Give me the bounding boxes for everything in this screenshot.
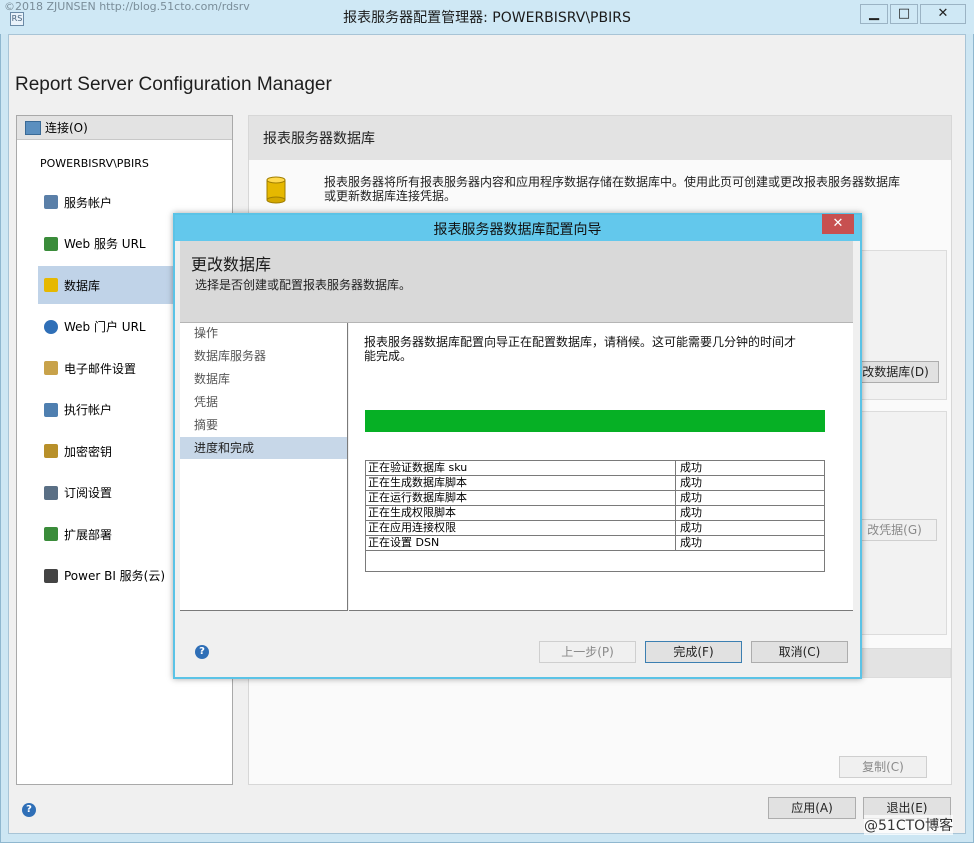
change-database-button[interactable]: 改数据库(D) [852,361,939,383]
wizard-step: 凭据 [194,395,219,409]
email-icon [44,361,58,375]
close-icon: ✕ [937,6,949,21]
wizard-step: 进度和完成 [180,437,347,459]
result-cell: 成功 [680,476,702,489]
footer-watermark: @51CTO博客 [864,815,954,835]
nav-item-label: 电子邮件设置 [64,361,137,376]
connect-label: 连接(O) [45,121,88,135]
execution-account-icon [44,402,58,417]
nav-item-label: 执行帐户 [64,403,113,417]
help-icon[interactable]: ? [195,645,209,659]
close-button[interactable]: ✕ [920,4,966,24]
nav-item[interactable]: 加密密钥 [38,432,174,470]
close-icon: ✕ [832,216,844,231]
result-cell: 成功 [680,461,702,474]
dialog-close-button[interactable]: ✕ [822,214,854,234]
wizard-step: 摘要 [194,418,219,432]
subscription-icon [44,485,58,500]
result-cell: 成功 [680,536,702,549]
database-icon [44,278,58,292]
nav-item[interactable]: 数据库 [38,266,174,304]
page-description: 报表服务器将所有报表服务器内容和应用程序数据存储在数据库中。使用此页可创建或更改… [324,175,901,203]
wizard-step: 数据库服务器 [194,349,267,363]
maximize-button[interactable]: □ [890,4,918,24]
web-service-icon [44,236,58,251]
connect-button[interactable]: 连接(O) [17,116,232,140]
apply-button[interactable]: 应用(A) [768,797,856,819]
table-row: 正在运行数据库脚本 成功 [366,491,824,506]
result-cell: 成功 [680,506,702,519]
database-icon [266,176,286,204]
task-cell: 正在应用连接权限 [366,521,676,535]
server-name: POWERBISRV\PBIRS [40,157,149,170]
minimize-button[interactable]: ▁ [860,4,888,24]
change-credentials-button[interactable]: 改凭据(G) [852,519,937,541]
wizard-step: 数据库 [194,372,231,386]
nav-item-label: 扩展部署 [64,527,113,542]
nav-item-label: 数据库 [64,278,101,293]
table-row: 正在生成权限脚本 成功 [366,506,824,521]
copy-button[interactable]: 复制(C) [839,756,927,778]
nav-item-label: 加密密钥 [64,444,113,459]
table-row: 正在生成数据库脚本 成功 [366,476,824,491]
nav-item[interactable]: Web 门户 URL [38,308,174,346]
result-cell: 成功 [680,521,702,534]
result-cell: 成功 [680,491,702,504]
nav-item[interactable]: 服务帐户 [38,183,174,221]
nav-item[interactable]: 扩展部署 [38,515,174,553]
help-icon[interactable]: ? [22,803,36,817]
task-cell: 正在运行数据库脚本 [366,491,676,505]
wizard-step: 操作 [194,326,219,340]
task-cell: 正在生成数据库脚本 [366,476,676,490]
nav-item-label: 订阅设置 [64,486,113,500]
nav-item[interactable]: Web 服务 URL [38,225,174,263]
dialog-subheading: 选择是否创建或配置报表服务器数据库。 [195,278,412,292]
scale-out-icon [44,527,58,541]
task-cell: 正在设置 DSN [366,536,676,550]
cancel-button[interactable]: 取消(C) [751,641,848,663]
maximize-icon: □ [897,6,911,21]
globe-icon [44,319,58,334]
nav-item[interactable]: 订阅设置 [38,474,174,512]
minimize-icon: ▁ [869,6,879,21]
progress-message: 报表服务器数据库配置向导正在配置数据库，请稍候。这可能需要几分钟的时间才能完成。 [364,335,797,363]
window-title: 报表服务器配置管理器: POWERBISRV\PBIRS [343,10,631,26]
table-row: 正在设置 DSN 成功 [366,536,824,551]
nav-item-label: Web 服务 URL [64,237,146,251]
nav-item[interactable]: Power BI 服务(云) [38,557,174,595]
dialog-title: 报表服务器数据库配置向导 [433,222,602,238]
task-cell: 正在验证数据库 sku [366,461,676,475]
nav-item-label: 服务帐户 [64,195,113,210]
table-row: 正在验证数据库 sku 成功 [366,461,824,476]
dialog-heading: 更改数据库 [191,255,272,274]
key-icon [44,444,58,458]
results-header [858,648,951,678]
service-account-icon [44,195,58,209]
connect-icon [25,120,41,135]
nav-item[interactable]: 电子邮件设置 [38,349,174,387]
task-cell: 正在生成权限脚本 [366,506,676,520]
nav-item-label: Power BI 服务(云) [64,569,166,583]
powerbi-icon [44,568,58,583]
nav-item[interactable]: 执行帐户 [38,391,174,429]
app-title: Report Server Configuration Manager [15,74,332,95]
progress-bar-fill [365,410,825,432]
back-button[interactable]: 上一步(P) [539,641,636,663]
finish-button[interactable]: 完成(F) [645,641,742,663]
page-title: 报表服务器数据库 [263,131,375,147]
table-row: 正在应用连接权限 成功 [366,521,824,536]
nav-item-label: Web 门户 URL [64,320,146,334]
